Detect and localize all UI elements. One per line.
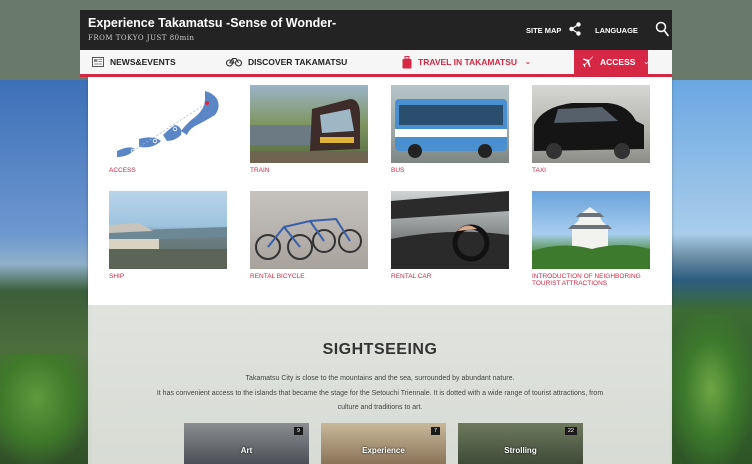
- background-tree-left: [0, 354, 92, 464]
- newspaper-icon: [92, 57, 104, 67]
- dropdown-item-neighboring-attractions[interactable]: INTRODUCTION OF NEIGHBORING TOURIST ATTR…: [532, 191, 650, 287]
- category-label: Experience: [362, 446, 405, 455]
- section-description-line: culture and traditions to art.: [337, 404, 423, 411]
- dropdown-item-rental-car[interactable]: RENTAL CAR: [391, 191, 509, 280]
- category-label: Strolling: [504, 446, 537, 455]
- dropdown-item-label: RENTAL CAR: [391, 273, 432, 280]
- sightseeing-section: SIGHTSEEING Takamatsu City is close to t…: [88, 305, 672, 464]
- dropdown-item-label: TAXI: [532, 167, 546, 174]
- bicycle-icon: [226, 58, 242, 67]
- section-description-line: Takamatsu City is close to the mountains…: [245, 375, 515, 382]
- site-map-link[interactable]: SITE MAP: [526, 26, 561, 35]
- chevron-down-icon: ⌄: [643, 59, 650, 66]
- header-bar: Experience Takamatsu -Sense of Wonder- F…: [80, 10, 672, 50]
- access-dropdown: ACCESS TRAIN BUS TAXI SHIP RENTAL BICYCL…: [88, 77, 672, 305]
- section-title: SIGHTSEEING: [322, 341, 438, 358]
- dropdown-item-bus[interactable]: BUS: [391, 85, 509, 174]
- dropdown-item-ship[interactable]: SHIP: [109, 191, 227, 280]
- search-icon[interactable]: [655, 21, 669, 37]
- access-map-thumbnail: [109, 85, 227, 163]
- dropdown-item-label: SHIP: [109, 273, 125, 280]
- site-title[interactable]: Experience Takamatsu -Sense of Wonder-: [88, 16, 336, 30]
- category-card-strolling[interactable]: 22 Strolling: [458, 423, 583, 464]
- dropdown-item-label: BUS: [391, 167, 405, 174]
- section-description-line: It has convenient access to the islands …: [156, 390, 604, 397]
- category-card-experience[interactable]: 7 Experience: [321, 423, 446, 464]
- dropdown-item-train[interactable]: TRAIN: [250, 85, 368, 174]
- train-thumbnail: [250, 85, 368, 163]
- category-count-badge: 9: [293, 427, 303, 435]
- category-card-art[interactable]: 9 Art: [184, 423, 309, 464]
- category-count-badge: 7: [430, 427, 440, 435]
- nav-travel-label: TRAVEL IN TAKAMATSU: [418, 57, 518, 67]
- suitcase-icon: [402, 55, 412, 68]
- ship-thumbnail: [109, 191, 227, 269]
- dropdown-item-rental-bicycle[interactable]: RENTAL BICYCLE: [250, 191, 368, 280]
- site-subtitle: FROM TOKYO JUST 80min: [88, 34, 195, 42]
- share-icon[interactable]: [569, 22, 581, 36]
- nav-access-label: ACCESS: [600, 57, 636, 67]
- dropdown-item-label: RENTAL BICYCLE: [250, 273, 305, 280]
- nav-news-events[interactable]: NEWS&EVENTS: [92, 50, 176, 74]
- category-label: Art: [240, 446, 253, 455]
- chevron-down-icon: ⌄: [525, 59, 531, 66]
- rental-car-thumbnail: [391, 191, 509, 269]
- nav-access[interactable]: ACCESS ⌄: [574, 50, 650, 74]
- background-tree-right: [670, 314, 752, 464]
- language-link[interactable]: LANGUAGE: [595, 26, 638, 35]
- dropdown-item-label: INTRODUCTION OF NEIGHBORING TOURIST ATTR…: [532, 273, 641, 287]
- castle-thumbnail: [532, 191, 650, 269]
- dropdown-item-access[interactable]: ACCESS: [109, 85, 227, 174]
- rental-bicycle-thumbnail: [250, 191, 368, 269]
- taxi-thumbnail: [532, 85, 650, 163]
- nav-travel-in-takamatsu[interactable]: TRAVEL IN TAKAMATSU ⌄: [402, 50, 531, 74]
- nav-discover-label: DISCOVER TAKAMATSU: [248, 57, 348, 67]
- main-nav: NEWS&EVENTS DISCOVER TAKAMATSU TRAVEL IN…: [80, 50, 672, 74]
- dropdown-item-taxi[interactable]: TAXI: [532, 85, 650, 174]
- dropdown-item-label: TRAIN: [250, 167, 270, 174]
- airplane-icon: [582, 56, 593, 68]
- nav-discover-takamatsu[interactable]: DISCOVER TAKAMATSU: [226, 50, 347, 74]
- bus-thumbnail: [391, 85, 509, 163]
- dropdown-item-label: ACCESS: [109, 167, 136, 174]
- category-count-badge: 22: [564, 427, 577, 435]
- nav-news-events-label: NEWS&EVENTS: [110, 57, 176, 67]
